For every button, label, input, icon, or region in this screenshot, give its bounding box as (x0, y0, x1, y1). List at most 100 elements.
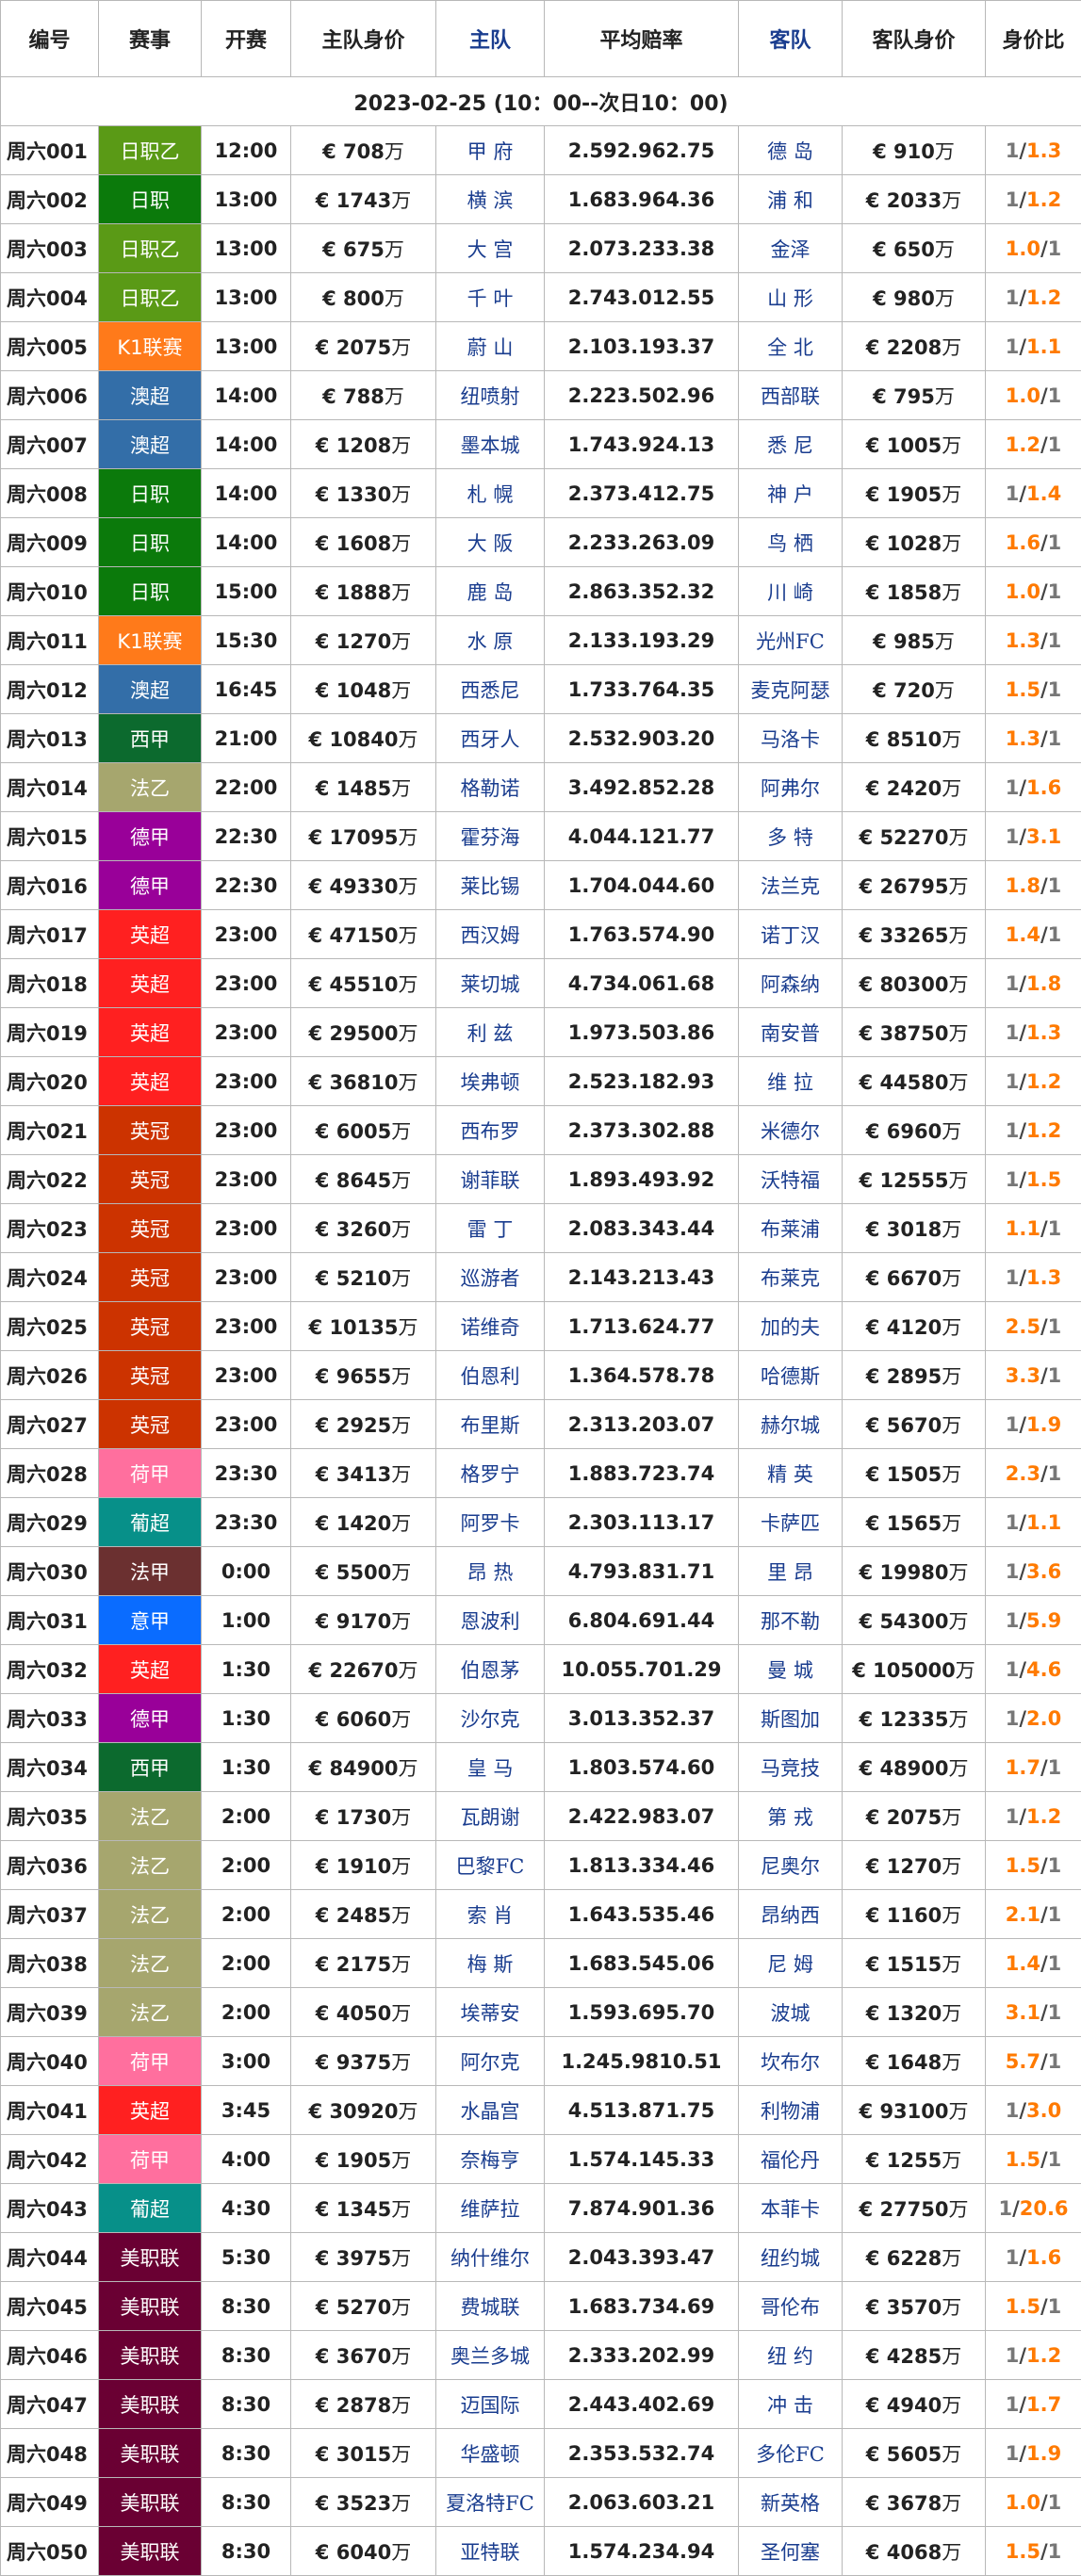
value-ratio: 1.5/1 (986, 2282, 1081, 2331)
ratio-away: 1 (1048, 1364, 1062, 1387)
table-row: 周六004日职乙13:00€ 800万千 叶2.743.012.55山 形€ 9… (1, 273, 1081, 322)
home-value-number: 1910 (336, 1855, 391, 1878)
value-ratio: 1.2/1 (986, 420, 1081, 469)
away-value: € 3678万 (843, 2478, 986, 2527)
unit-label: 万 (399, 875, 418, 898)
away-value-number: 38750 (879, 1022, 948, 1045)
away-team: 阿森纳 (739, 959, 843, 1008)
unit-label: 万 (956, 1659, 975, 1682)
league-badge: 法甲 (99, 1547, 202, 1596)
currency-symbol: € (316, 2541, 330, 2564)
currency-symbol: € (866, 434, 880, 457)
avg-odds: 4.793.831.71 (545, 1547, 739, 1596)
unit-label: 万 (391, 336, 411, 359)
table-row: 周六046美职联8:30€ 3670万奥兰多城2.333.202.99纽 约€ … (1, 2331, 1081, 2380)
value-ratio: 1/1.3 (986, 126, 1081, 175)
table-row: 周六039法乙2:00€ 4050万埃蒂安1.593.695.70波城€ 132… (1, 1988, 1081, 2037)
home-value: € 1888万 (291, 567, 436, 616)
home-team: 华盛顿 (436, 2429, 545, 2478)
home-team: 纳什维尔 (436, 2233, 545, 2282)
unit-label: 万 (942, 1953, 961, 1976)
unit-label: 万 (942, 1120, 961, 1143)
match-number: 周六019 (1, 1008, 99, 1057)
home-team: 莱比锡 (436, 861, 545, 910)
ratio-home: 2.5 (1006, 1315, 1040, 1338)
home-value: € 1345万 (291, 2184, 436, 2233)
ratio-separator: / (1040, 1952, 1048, 1975)
home-value-number: 800 (343, 287, 385, 310)
home-value: € 788万 (291, 371, 436, 420)
kickoff-time: 22:30 (202, 861, 291, 910)
league-badge: 日职乙 (99, 273, 202, 322)
away-value-number: 1255 (887, 2149, 942, 2172)
match-number: 周六027 (1, 1400, 99, 1449)
unit-label: 万 (391, 581, 411, 604)
home-value-number: 3015 (336, 2443, 391, 2466)
ratio-away: 1.6 (1026, 776, 1061, 799)
match-number: 周六045 (1, 2282, 99, 2331)
home-value-number: 9375 (336, 2051, 391, 2074)
away-value: € 1270万 (843, 1841, 986, 1890)
ratio-away: 1.7 (1026, 2393, 1061, 2416)
kickoff-time: 0:00 (202, 1547, 291, 1596)
currency-symbol: € (866, 2247, 880, 2270)
ratio-separator: / (1019, 1413, 1026, 1436)
date-line: 2023-02-25 (10：00--次日10：00) (1, 77, 1081, 126)
unit-label: 万 (385, 238, 404, 261)
ratio-home: 1.0 (1006, 384, 1040, 407)
ratio-home: 1 (1006, 188, 1020, 211)
match-number: 周六012 (1, 665, 99, 714)
home-team: 巴黎FC (436, 1841, 545, 1890)
ratio-away: 5.9 (1026, 1609, 1061, 1632)
away-value: € 1320万 (843, 1988, 986, 2037)
table-row: 周六008日职14:00€ 1330万札 幌2.373.412.75神 户€ 1… (1, 469, 1081, 518)
currency-symbol: € (873, 140, 887, 163)
ratio-separator: / (1019, 1560, 1026, 1583)
value-ratio: 1/3.6 (986, 1547, 1081, 1596)
ratio-home: 1.6 (1006, 531, 1040, 554)
match-number: 周六015 (1, 812, 99, 861)
ratio-separator: / (1040, 874, 1048, 897)
avg-odds: 4.734.061.68 (545, 959, 739, 1008)
ratio-separator: / (1040, 1315, 1048, 1338)
unit-label: 万 (942, 336, 961, 359)
ratio-separator: / (1019, 1021, 1026, 1044)
home-value: € 9170万 (291, 1596, 436, 1645)
away-value-number: 105000 (873, 1659, 956, 1682)
home-team: 梅 斯 (436, 1939, 545, 1988)
away-value: € 3570万 (843, 2282, 986, 2331)
avg-odds: 6.804.691.44 (545, 1596, 739, 1645)
value-ratio: 1.4/1 (986, 1939, 1081, 1988)
unit-label: 万 (391, 1708, 411, 1731)
currency-symbol: € (860, 1169, 874, 1192)
home-value: € 6005万 (291, 1106, 436, 1155)
away-value: € 80300万 (843, 959, 986, 1008)
header-avg-odds: 平均赔率 (545, 1, 739, 77)
kickoff-time: 14:00 (202, 518, 291, 567)
kickoff-time: 12:00 (202, 126, 291, 175)
ratio-separator: / (1019, 1707, 1026, 1730)
avg-odds: 7.874.901.36 (545, 2184, 739, 2233)
league-badge: 美职联 (99, 2429, 202, 2478)
home-value: € 5500万 (291, 1547, 436, 1596)
away-value-number: 2208 (887, 336, 942, 359)
table-row: 周六038法乙2:00€ 2175万梅 斯1.683.545.06尼 姆€ 15… (1, 1939, 1081, 1988)
league-badge: 西甲 (99, 714, 202, 763)
away-team: 多伦FC (739, 2429, 843, 2478)
away-value: € 4940万 (843, 2380, 986, 2429)
home-value: € 1048万 (291, 665, 436, 714)
currency-symbol: € (316, 2198, 330, 2221)
home-value-number: 6040 (336, 2541, 391, 2564)
currency-symbol: € (316, 1708, 330, 1731)
kickoff-time: 4:30 (202, 2184, 291, 2233)
league-badge: 德甲 (99, 1694, 202, 1743)
match-number: 周六032 (1, 1645, 99, 1694)
value-ratio: 2.3/1 (986, 1449, 1081, 1498)
avg-odds: 2.063.603.21 (545, 2478, 739, 2527)
unit-label: 万 (391, 2296, 411, 2319)
away-value: € 12555万 (843, 1155, 986, 1204)
ratio-away: 1 (1048, 237, 1062, 260)
currency-symbol: € (316, 1512, 330, 1535)
unit-label: 万 (949, 1757, 969, 1780)
unit-label: 万 (942, 2492, 961, 2515)
